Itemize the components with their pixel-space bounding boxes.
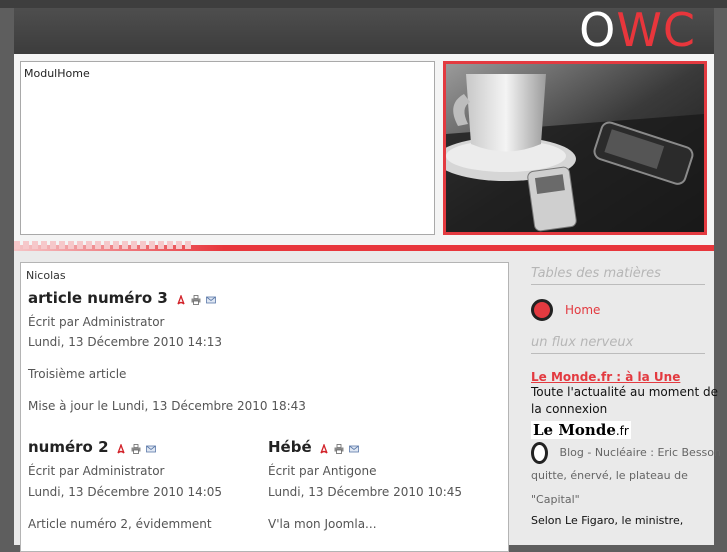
- main-content-box: Nicolas article numéro 3 Écrit par Admin…: [20, 262, 509, 552]
- pdf-icon[interactable]: [176, 294, 186, 305]
- coffee-phone-image: [446, 64, 704, 232]
- site-logo[interactable]: OWC: [579, 4, 696, 56]
- pdf-icon[interactable]: [116, 443, 126, 454]
- lemonde-logo-suffix: .fr: [615, 424, 629, 438]
- author-name: Nicolas: [26, 269, 66, 282]
- divider-ticks: [14, 241, 194, 249]
- article1-author: Écrit par Administrator: [28, 315, 165, 329]
- header-photo: [443, 61, 707, 235]
- print-icon[interactable]: [131, 443, 141, 454]
- article2-heading: numéro 2: [28, 438, 157, 456]
- menu-bullet-icon: [531, 299, 553, 321]
- site-header: OWC: [14, 4, 714, 56]
- article3-body: V'la mon Joomla...: [268, 517, 377, 531]
- feed-description: Toute l'actualité au moment de la connex…: [531, 385, 718, 416]
- module-home-box: ModulHome: [20, 61, 435, 235]
- article3-title[interactable]: Hébé: [268, 438, 312, 456]
- article3-author: Écrit par Antigone: [268, 464, 377, 478]
- feed-item-text-3: "Capital": [531, 493, 580, 506]
- feed-item-text-1[interactable]: Blog - Nucléaire : Eric Besson: [560, 443, 721, 463]
- article1-title[interactable]: article numéro 3: [28, 289, 168, 307]
- print-icon[interactable]: [191, 294, 201, 305]
- article1-updated: Mise à jour le Lundi, 13 Décembre 2010 1…: [28, 399, 306, 413]
- article2-title[interactable]: numéro 2: [28, 438, 109, 456]
- module-label: ModulHome: [24, 67, 90, 80]
- menu-item-home[interactable]: Home: [531, 299, 721, 321]
- feed-title: un flux nerveux: [531, 335, 705, 354]
- email-icon[interactable]: [205, 295, 216, 305]
- email-icon[interactable]: [349, 444, 360, 454]
- lemonde-logo-text: Le Monde: [533, 421, 616, 439]
- article1-heading: article numéro 3: [28, 289, 216, 307]
- menu-item-label[interactable]: Home: [565, 303, 600, 317]
- article2-author: Écrit par Administrator: [28, 464, 165, 478]
- toc-title: Tables des matières: [531, 266, 705, 285]
- article2-date: Lundi, 13 Décembre 2010 14:05: [28, 485, 223, 499]
- logo-letter-w: W: [616, 3, 663, 57]
- feed-link-wrap: Le Monde.fr : à la Une: [531, 370, 721, 384]
- print-icon[interactable]: [334, 443, 344, 454]
- article2-body: Article numéro 2, évidemment: [28, 517, 212, 531]
- sidebar: Tables des matières Home un flux nerveux…: [531, 266, 721, 527]
- article1-date: Lundi, 13 Décembre 2010 14:13: [28, 335, 223, 349]
- pdf-icon[interactable]: [319, 443, 329, 454]
- feed-item-text-4: Selon Le Figaro, le ministre,: [531, 514, 684, 527]
- lemonde-logo[interactable]: Le Monde.fr: [531, 421, 631, 439]
- logo-letter-o: O: [579, 3, 617, 57]
- logo-letter-c: C: [662, 3, 696, 57]
- feed-bullet-icon: [531, 442, 548, 464]
- feed-item-1[interactable]: Blog - Nucléaire : Eric Besson: [531, 442, 721, 464]
- article3-date: Lundi, 13 Décembre 2010 10:45: [268, 485, 463, 499]
- feed-item-text-2: quitte, énervé, le plateau de: [531, 469, 688, 482]
- article3-heading: Hébé: [268, 438, 360, 456]
- article1-body: Troisième article: [28, 367, 127, 381]
- feed-link[interactable]: Le Monde.fr : à la Une: [531, 370, 680, 384]
- email-icon[interactable]: [146, 444, 157, 454]
